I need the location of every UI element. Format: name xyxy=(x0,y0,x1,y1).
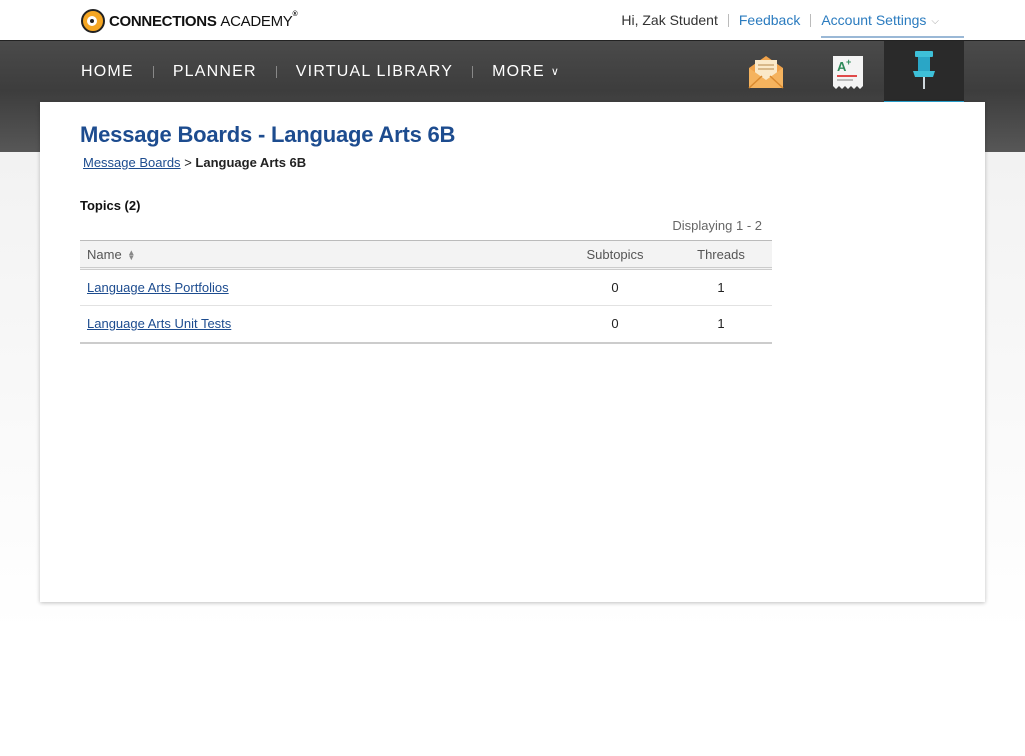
topics-table: Name ▲ ▼ Subtopics Threads Language Arts … xyxy=(80,240,772,344)
brand-name-bold: CONNECTIONS xyxy=(109,12,217,30)
account-settings-label: Account Settings xyxy=(821,12,927,28)
topic-name-cell: Language Arts Unit Tests xyxy=(80,305,560,344)
subtopics-count: 0 xyxy=(560,268,670,306)
brand-name-light: ACADEMY xyxy=(220,12,293,30)
user-greeting: Hi, Zak Student xyxy=(621,12,718,28)
table-row: Language Arts Portfolios 0 1 xyxy=(80,268,772,306)
subtopics-count: 0 xyxy=(560,305,670,344)
nav-planner[interactable]: PLANNER xyxy=(173,63,257,81)
chevron-down-icon: ∨ xyxy=(550,66,561,78)
mail-button[interactable] xyxy=(726,41,806,103)
message-boards-button[interactable] xyxy=(884,41,964,104)
brand-logo[interactable]: CONNECTIONS ACADEMY® xyxy=(81,9,298,33)
nav-more[interactable]: MORE ∨ xyxy=(492,63,560,81)
divider xyxy=(152,66,154,78)
logo-mascot-icon xyxy=(81,9,105,33)
breadcrumb: Message Boards > Language Arts 6B xyxy=(83,155,306,170)
divider xyxy=(727,13,729,27)
divider xyxy=(472,66,474,78)
threads-count: 1 xyxy=(670,268,772,306)
pushpin-icon xyxy=(913,51,935,89)
breadcrumb-current: Language Arts 6B xyxy=(195,155,307,170)
sort-icon: ▲ ▼ xyxy=(127,248,136,263)
pagination-status: Displaying 1 - 2 xyxy=(672,218,762,233)
column-header-name-label: Name xyxy=(87,246,122,262)
brand-wordmark: CONNECTIONS ACADEMY® xyxy=(109,10,298,30)
divider xyxy=(810,13,812,27)
threads-count: 1 xyxy=(670,305,772,344)
breadcrumb-separator: > xyxy=(184,155,192,170)
mail-icon xyxy=(748,56,784,89)
table-header-row: Name ▲ ▼ Subtopics Threads xyxy=(80,240,772,270)
account-settings-underline xyxy=(821,36,964,38)
nav-items: HOME PLANNER VIRTUAL LIBRARY MORE ∨ xyxy=(81,63,560,81)
divider xyxy=(275,66,277,78)
column-header-threads: Threads xyxy=(670,240,772,270)
nav-home[interactable]: HOME xyxy=(81,63,134,81)
nav-more-label: MORE xyxy=(492,63,545,80)
topic-name-cell: Language Arts Portfolios xyxy=(80,268,560,306)
svg-text:+: + xyxy=(846,57,851,67)
brand-trademark: ® xyxy=(292,10,298,18)
content-card: Message Boards - Language Arts 6B Messag… xyxy=(40,102,985,602)
utility-links: Hi, Zak Student Feedback Account Setting… xyxy=(621,12,939,28)
grade-report-icon: A + xyxy=(833,56,863,89)
grade-report-button[interactable]: A + xyxy=(808,41,888,103)
column-header-name[interactable]: Name ▲ ▼ xyxy=(80,240,560,270)
breadcrumb-message-boards-link[interactable]: Message Boards xyxy=(83,155,181,170)
topic-link[interactable]: Language Arts Unit Tests xyxy=(87,316,231,331)
table-row: Language Arts Unit Tests 0 1 xyxy=(80,305,772,344)
topics-count-label: Topics (2) xyxy=(80,198,141,213)
column-header-subtopics: Subtopics xyxy=(560,240,670,270)
utility-bar: CONNECTIONS ACADEMY® Hi, Zak Student Fee… xyxy=(0,0,1025,40)
chevron-down-icon: ⌵ xyxy=(931,16,939,27)
account-settings-link[interactable]: Account Settings ⌵ xyxy=(821,12,939,28)
feedback-link[interactable]: Feedback xyxy=(739,12,800,28)
page-title: Message Boards - Language Arts 6B xyxy=(80,122,456,147)
nav-virtual-library[interactable]: VIRTUAL LIBRARY xyxy=(296,63,453,81)
topic-link[interactable]: Language Arts Portfolios xyxy=(87,280,229,295)
